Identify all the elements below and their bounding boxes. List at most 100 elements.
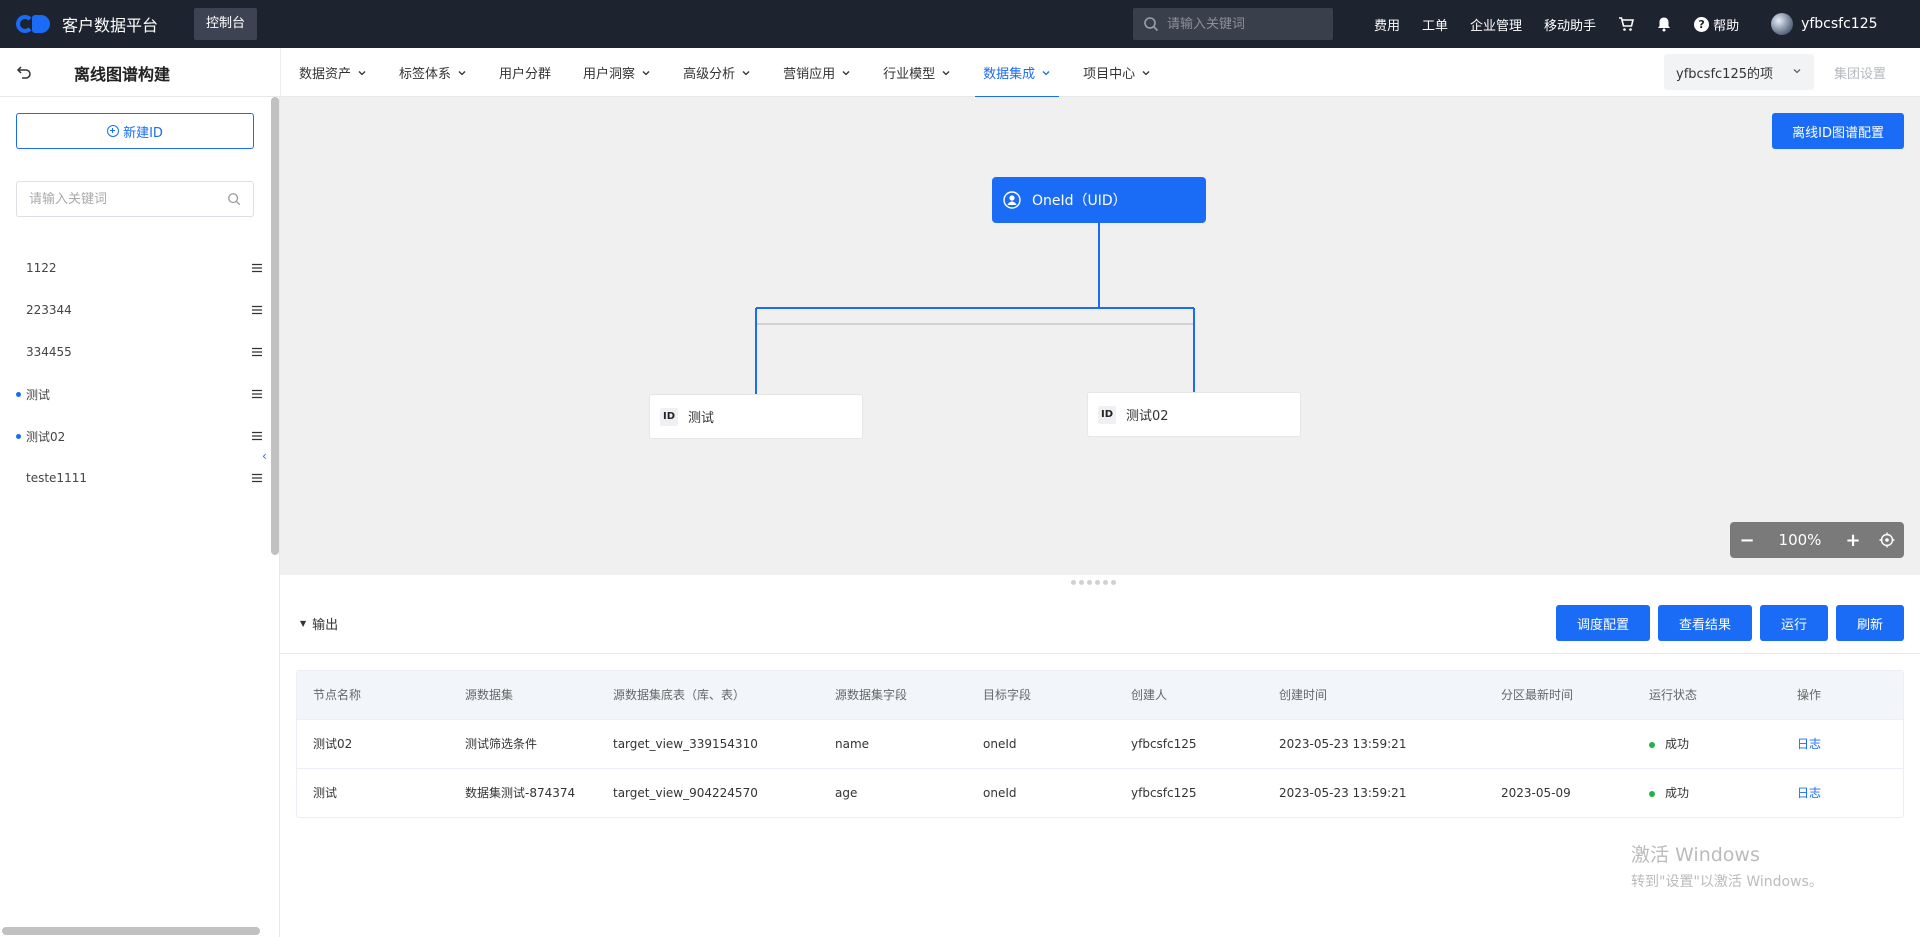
zoom-level: 100% [1778, 531, 1822, 549]
menu-icon[interactable] [252, 305, 262, 315]
cart-icon[interactable] [1618, 16, 1635, 32]
output-label: 输出 [312, 618, 339, 633]
column-header: 创建时间 [1263, 671, 1485, 719]
list-item-label: 1122 [26, 261, 57, 275]
menu-icon[interactable] [252, 473, 262, 483]
menu-icon[interactable] [252, 389, 262, 399]
cell-action: 日志 [1781, 767, 1903, 817]
menu-icon[interactable] [252, 431, 262, 441]
list-item[interactable]: 测试02 [0, 415, 270, 457]
cell-target-field: oneId [967, 767, 1115, 817]
nav-label: 营销应用 [783, 67, 836, 82]
table-row: 测试02 测试筛选条件 target_view_339154310 name o… [297, 718, 1903, 768]
menu-icon[interactable] [252, 347, 262, 357]
fee-link[interactable]: 费用 [1374, 15, 1400, 34]
refresh-button[interactable]: 刷新 [1835, 605, 1904, 641]
user-menu[interactable]: yfbcsfc125 [1771, 13, 1878, 35]
nav-label: 用户洞察 [583, 67, 636, 82]
chevron-down-icon [942, 70, 950, 75]
view-result-button[interactable]: 查看结果 [1657, 605, 1752, 641]
nav-data-integration[interactable]: 数据集成 [975, 48, 1060, 98]
list-item[interactable]: teste1111 [0, 457, 270, 499]
nav-user-insight[interactable]: 用户洞察 [583, 48, 651, 97]
status-label: 成功 [1665, 737, 1690, 751]
nav-label: 行业模型 [883, 67, 936, 82]
watermark-title: 激活 Windows [1631, 844, 1760, 866]
top-search-input[interactable] [1167, 16, 1317, 32]
console-button[interactable]: 控制台 [194, 8, 258, 40]
id-node-ceshi02[interactable]: ID 测试02 [1087, 392, 1301, 437]
bell-icon[interactable] [1656, 16, 1672, 32]
project-select[interactable]: yfbcsfc125的项 [1664, 54, 1814, 90]
zoom-out-icon[interactable]: − [1730, 530, 1764, 551]
cell-action: 日志 [1781, 718, 1903, 768]
oneid-root-node[interactable]: OneId（UID） [992, 177, 1206, 223]
nav-advanced-analysis[interactable]: 高级分析 [683, 48, 751, 97]
collapse-sidebar-icon[interactable]: ‹ [262, 449, 267, 463]
table-row: 测试 数据集测试-874374 target_view_904224570 ag… [297, 767, 1903, 817]
column-header: 操作 [1781, 671, 1903, 719]
run-button[interactable]: 运行 [1759, 605, 1828, 641]
list-item[interactable]: 测试 [0, 373, 270, 415]
main-nav: 数据资产 标签体系 用户分群 用户洞察 高级分析 营销应用 行业模型 数据集成 … [280, 48, 1183, 98]
group-setting-link[interactable]: 集团设置 [1834, 63, 1886, 82]
nav-tag-system[interactable]: 标签体系 [399, 48, 467, 97]
nav-industry-model[interactable]: 行业模型 [883, 48, 951, 97]
cell-source-field: name [819, 718, 967, 768]
cell-node-name: 测试 [297, 767, 449, 817]
status-label: 成功 [1665, 786, 1690, 801]
new-id-button[interactable]: 新建ID [16, 113, 254, 149]
nav-project-center[interactable]: 项目中心 [1083, 48, 1151, 97]
id-node-ceshi[interactable]: ID 测试 [649, 394, 863, 439]
log-link[interactable]: 日志 [1797, 786, 1821, 800]
log-link[interactable]: 日志 [1797, 737, 1821, 751]
id-badge-icon: ID [660, 407, 678, 426]
vertical-scrollbar[interactable] [271, 97, 279, 555]
active-dot [16, 392, 21, 397]
status-success-dot [1649, 741, 1655, 748]
panel-resize-handle[interactable] [1071, 580, 1116, 585]
cell-source-dataset: 测试筛选条件 [449, 718, 597, 768]
sidebar-search-box[interactable] [16, 181, 254, 217]
horizontal-scrollbar[interactable] [2, 927, 260, 935]
schedule-config-button[interactable]: 调度配置 [1555, 605, 1650, 641]
back-icon[interactable] [16, 64, 32, 84]
graph-canvas[interactable]: 离线ID图谱配置 OneId（UID） ID 测试 ID 测试02 − 100%… [280, 97, 1920, 575]
cell-target-field: oneId [967, 718, 1115, 768]
fit-view-icon[interactable] [1870, 532, 1904, 548]
caret-down-icon: ▼ [300, 619, 307, 628]
menu-icon[interactable] [252, 263, 262, 273]
top-search-box[interactable] [1133, 8, 1333, 40]
mobile-assistant-link[interactable]: 移动助手 [1544, 15, 1596, 34]
zoom-in-icon[interactable]: + [1836, 530, 1870, 551]
nav-label: 数据资产 [299, 67, 352, 82]
list-item[interactable]: 1122 [0, 247, 270, 289]
nav-user-segment[interactable]: 用户分群 [499, 48, 551, 97]
nav-label: 数据集成 [983, 67, 1036, 82]
column-header: 源数据集字段 [819, 671, 967, 719]
zoom-control: − 100% + [1730, 522, 1904, 558]
plus-circle-icon [107, 125, 120, 137]
search-icon[interactable] [227, 192, 241, 206]
id-badge-icon: ID [1098, 405, 1116, 424]
node-label: 测试02 [1126, 409, 1169, 424]
active-dot [16, 434, 21, 439]
list-item[interactable]: 334455 [0, 331, 270, 373]
help-link[interactable]: ? 帮助 [1694, 15, 1739, 34]
ticket-link[interactable]: 工单 [1422, 15, 1448, 34]
nav-label: 用户分群 [499, 67, 552, 82]
nav-data-assets[interactable]: 数据资产 [299, 48, 367, 97]
column-header: 目标字段 [967, 671, 1115, 719]
list-item-label: teste1111 [26, 471, 87, 485]
app-logo[interactable]: 客户数据平台 [16, 12, 158, 36]
sidebar-search-input[interactable] [29, 191, 227, 207]
list-item[interactable]: 223344 [0, 289, 270, 331]
list-item-label: 测试 [26, 387, 51, 402]
chevron-down-icon [1793, 69, 1801, 74]
output-toggle[interactable]: ▼ 输出 [300, 614, 338, 633]
cell-run-status: 成功 [1633, 718, 1781, 768]
id-list: 1122 223344 334455 测试 测试02 teste1111 [0, 247, 270, 499]
enterprise-link[interactable]: 企业管理 [1470, 15, 1522, 34]
chevron-down-icon [742, 70, 750, 75]
nav-marketing-app[interactable]: 营销应用 [783, 48, 851, 97]
